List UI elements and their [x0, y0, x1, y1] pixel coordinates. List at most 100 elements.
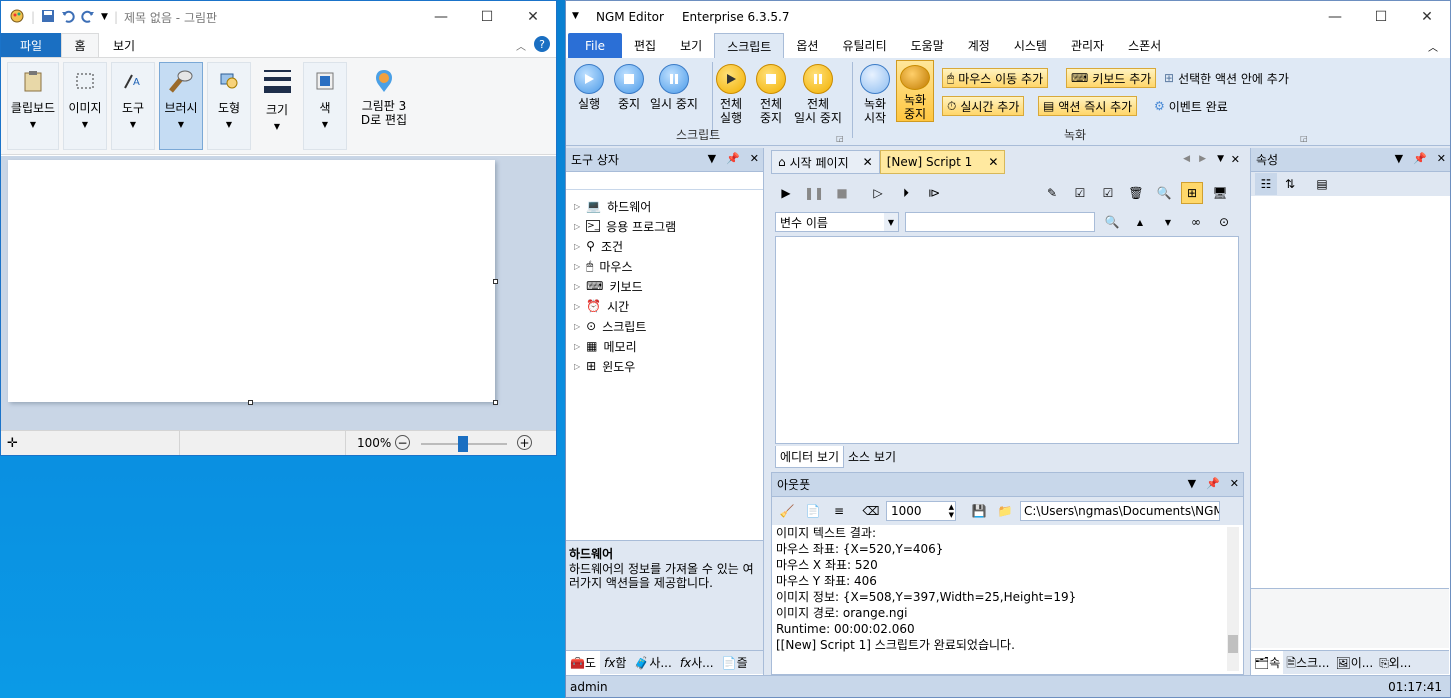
scrollbar-thumb[interactable]	[1228, 635, 1238, 653]
tab-source-view[interactable]: 소스 보기	[844, 446, 900, 468]
tree-item-time[interactable]: ▷ ⏰ 시간	[574, 296, 763, 316]
clipboard-button[interactable]: 클립보드 ▼	[7, 62, 59, 150]
stepper-arrows-icon[interactable]: ▲ ▼	[949, 503, 954, 519]
tree-item-condition[interactable]: ▷ ⚲ 조건	[574, 236, 763, 256]
zoom-in-icon[interactable]: +	[517, 435, 532, 450]
tab-list-icon[interactable]: ▼	[1217, 154, 1224, 164]
resize-handle-corner[interactable]	[493, 400, 498, 405]
toolbox-search[interactable]	[566, 172, 763, 190]
script-group-launcher-icon[interactable]: ◲	[836, 134, 844, 143]
step-icon[interactable]: ▷	[867, 182, 889, 204]
tab-editor-view[interactable]: 에디터 보기	[775, 446, 845, 468]
tree-item-script[interactable]: ▷ ⊙ 스크립트	[574, 316, 763, 336]
tree-view-icon[interactable]: ⊞	[1181, 182, 1203, 204]
resize-handle-bottom[interactable]	[248, 400, 253, 405]
menu-script[interactable]: 스크립트	[714, 33, 785, 58]
variable-search-input[interactable]	[905, 212, 1095, 232]
tab-images[interactable]: 🖼이...	[1332, 651, 1376, 674]
tools-button[interactable]: A 도구 ▼	[111, 62, 155, 150]
output-path-field[interactable]: C:\Users\ngmas\Documents\NGM6\	[1020, 501, 1220, 521]
tree-item-mouse[interactable]: ▷ 🖱 마우스	[574, 256, 763, 276]
size-button[interactable]: 크기 ▼	[255, 62, 299, 150]
tree-item-application[interactable]: ▷ >_ 응용 프로그램	[574, 216, 763, 236]
run-to-icon[interactable]: ⏵	[895, 182, 917, 204]
paint-app-icon[interactable]	[9, 8, 25, 27]
output-scrollbar[interactable]	[1227, 527, 1239, 671]
tab-properties[interactable]: 🗂속	[1251, 651, 1284, 674]
color-button[interactable]: 색 ▼	[303, 62, 347, 150]
menu-file[interactable]: File	[568, 33, 622, 58]
doc-close-icon[interactable]: ✕	[1231, 153, 1240, 166]
paint-canvas[interactable]	[8, 160, 495, 402]
pause-icon[interactable]: ❚❚	[803, 182, 825, 204]
tab-file[interactable]: 파일	[1, 33, 61, 57]
run-all-button[interactable]: 전체 실행	[716, 64, 746, 125]
scroll-tabs-left-icon[interactable]: ◀	[1183, 154, 1190, 164]
quick-access-dropdown-icon[interactable]: ▼	[101, 12, 108, 22]
check-icon[interactable]: ☑	[1097, 182, 1119, 204]
more-icon[interactable]: ⊙	[1213, 211, 1235, 233]
loop-icon[interactable]: ∞	[1185, 211, 1207, 233]
stop-icon[interactable]: ■	[831, 182, 853, 204]
edit-icon[interactable]: ✎	[1041, 182, 1063, 204]
script-editor[interactable]	[775, 236, 1239, 444]
check-all-icon[interactable]: ☑	[1069, 182, 1091, 204]
toolbox-dropdown-icon[interactable]: ▼	[708, 152, 716, 165]
stop-all-button[interactable]: 전체 중지	[756, 64, 786, 125]
tab-close-icon[interactable]: ✕	[988, 155, 998, 169]
save-icon[interactable]	[41, 9, 55, 26]
tab-start-page[interactable]: ⌂ 시작 페이지 ✕	[771, 150, 880, 174]
tree-item-hardware[interactable]: ▷ 💻 하드웨어	[574, 196, 763, 216]
tab-favorites[interactable]: 📄즐	[718, 651, 752, 674]
arrow-down-icon[interactable]: ▼	[1157, 211, 1179, 233]
properties-close-icon[interactable]: ✕	[1437, 152, 1446, 165]
paint3d-button[interactable]: 그림판 3 D로 편집	[351, 62, 417, 150]
variable-name-select[interactable]: 변수 이름 ▼	[775, 212, 899, 232]
tree-item-keyboard[interactable]: ▷ ⌨ 키보드	[574, 276, 763, 296]
menu-admin[interactable]: 관리자	[1059, 33, 1116, 58]
tab-close-icon[interactable]: ✕	[863, 155, 873, 169]
properties-pin-icon[interactable]: 📌	[1413, 152, 1427, 165]
menu-system[interactable]: 시스템	[1002, 33, 1059, 58]
folder-icon[interactable]: 📁	[994, 500, 1016, 522]
property-pages-icon[interactable]: ▤	[1311, 173, 1333, 195]
collapse-ribbon-icon[interactable]: ︿	[1428, 39, 1438, 54]
pause-all-button[interactable]: 전체 일시 중지	[794, 64, 842, 125]
output-close-icon[interactable]: ✕	[1230, 477, 1239, 490]
record-stop-button[interactable]: 녹화 중지	[896, 60, 934, 122]
add-action-now-button[interactable]: ▤ 액션 즉시 추가	[1038, 96, 1138, 116]
add-keyboard-button[interactable]: ⌨ 키보드 추가	[1066, 68, 1157, 88]
redo-icon[interactable]	[81, 9, 95, 26]
scroll-tabs-right-icon[interactable]: ▶	[1199, 154, 1206, 164]
undo-icon[interactable]	[61, 9, 75, 26]
broom-icon[interactable]: 🧹	[776, 500, 798, 522]
menu-help[interactable]: 도움말	[899, 33, 956, 58]
tree-item-window[interactable]: ▷ ⊞ 윈도우	[574, 356, 763, 376]
line-count-stepper[interactable]: 1000 ▲ ▼	[886, 501, 956, 521]
resize-handle-right[interactable]	[493, 279, 498, 284]
minimize-button[interactable]: —	[418, 1, 464, 33]
menu-view[interactable]: 보기	[668, 33, 714, 58]
menu-edit[interactable]: 편집	[622, 33, 668, 58]
stop-button[interactable]: 중지	[614, 64, 644, 111]
zoom-out-icon[interactable]: −	[395, 435, 410, 450]
toolbox-close-icon[interactable]: ✕	[750, 152, 759, 165]
save-icon[interactable]: 💾	[968, 500, 990, 522]
search-icon[interactable]: 🔍	[1101, 211, 1123, 233]
close-button[interactable]: ✕	[510, 1, 556, 33]
help-icon[interactable]: ?	[534, 36, 550, 52]
ngm-minimize-button[interactable]: —	[1312, 1, 1358, 33]
menu-options[interactable]: 옵션	[784, 33, 830, 58]
tab-new-script[interactable]: [New] Script 1 ✕	[879, 150, 1006, 174]
add-in-action-button[interactable]: ⊞ 선택한 액션 안에 추가	[1160, 68, 1293, 88]
tab-toolbox[interactable]: 🧰도	[566, 651, 600, 674]
zoom-slider-thumb[interactable]	[458, 436, 468, 452]
tab-external[interactable]: ⎘외...	[1376, 651, 1414, 674]
eraser-icon[interactable]: ⌫	[860, 500, 882, 522]
arrow-up-icon[interactable]: ▲	[1129, 211, 1151, 233]
pause-button[interactable]: 일시 중지	[650, 64, 698, 111]
monitor-icon[interactable]: 🖥	[1209, 182, 1231, 204]
ngm-close-button[interactable]: ✕	[1404, 1, 1450, 33]
document-settings-icon[interactable]: 📄	[802, 500, 824, 522]
record-start-button[interactable]: 녹화 시작	[860, 64, 890, 125]
